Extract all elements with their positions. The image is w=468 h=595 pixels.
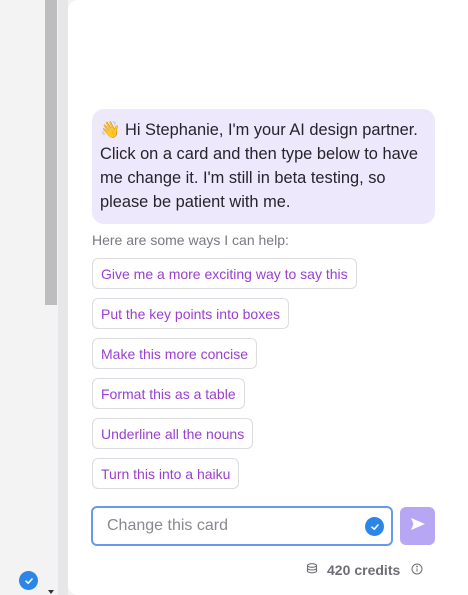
wave-icon: 👋 xyxy=(100,121,121,139)
suggestion-button[interactable]: Put the key points into boxes xyxy=(92,298,289,329)
chevron-down-icon[interactable] xyxy=(48,590,54,594)
credits-count: 420 xyxy=(327,562,351,578)
prompt-input-container[interactable] xyxy=(91,506,393,546)
sidebar-scrollbar[interactable] xyxy=(45,0,57,305)
info-icon[interactable] xyxy=(411,562,423,578)
help-label: Here are some ways I can help: xyxy=(92,232,289,248)
check-circle-icon[interactable] xyxy=(365,517,384,536)
panel-gutter xyxy=(58,0,68,595)
suggestion-button[interactable]: Make this more concise xyxy=(92,338,258,369)
prompt-input[interactable] xyxy=(107,508,357,544)
coins-stack-icon xyxy=(306,562,320,579)
suggestion-button[interactable]: Underline all the nouns xyxy=(92,418,254,449)
suggestion-button[interactable]: Format this as a table xyxy=(92,378,245,409)
send-arrow-icon xyxy=(410,517,426,536)
assistant-greeting-bubble: 👋 Hi Stephanie, I'm your AI design partn… xyxy=(92,109,435,224)
send-button[interactable] xyxy=(400,507,435,545)
suggestion-button[interactable]: Turn this into a haiku xyxy=(92,458,240,489)
suggestion-button[interactable]: Give me a more exciting way to say this xyxy=(92,258,357,289)
greeting-text: Hi Stephanie, I'm your AI design partner… xyxy=(100,121,418,211)
credits-display: 420 credits xyxy=(306,561,423,579)
credits-label: credits xyxy=(354,562,401,578)
check-circle-icon[interactable] xyxy=(19,571,38,590)
